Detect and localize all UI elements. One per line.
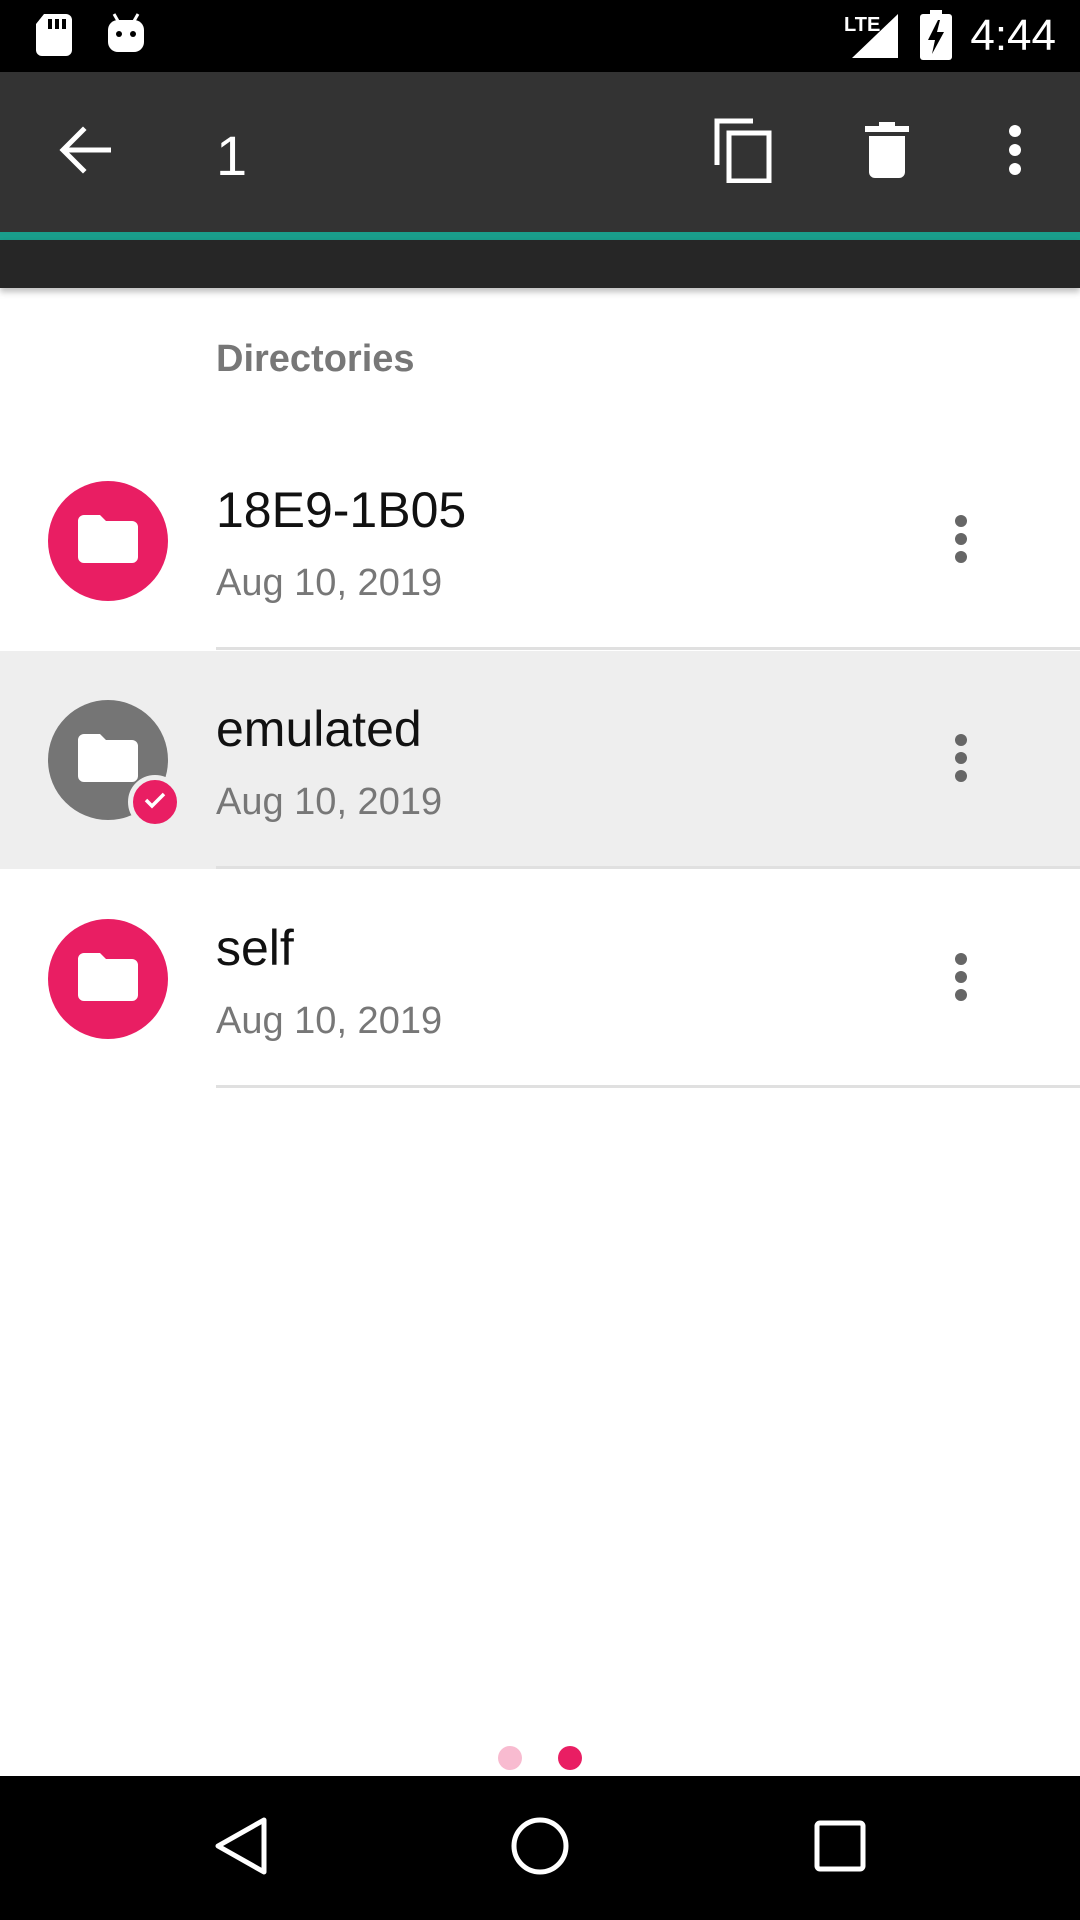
more-vert-icon bbox=[954, 952, 968, 1007]
item-name: self bbox=[216, 920, 294, 976]
action-bar: 1 bbox=[0, 72, 1080, 232]
item-date: Aug 10, 2019 bbox=[216, 562, 443, 604]
page-indicator-dot-2[interactable] bbox=[558, 1746, 582, 1770]
tab-indicator bbox=[0, 232, 1080, 240]
nav-recents-button[interactable] bbox=[780, 1788, 900, 1908]
item-menu-button[interactable] bbox=[916, 934, 1006, 1024]
list-item[interactable]: self Aug 10, 2019 bbox=[0, 870, 1080, 1088]
status-bar: LTE 4:44 bbox=[0, 0, 1080, 72]
folder-icon bbox=[78, 514, 138, 568]
folder-avatar bbox=[48, 481, 168, 601]
section-header: Directories bbox=[216, 338, 415, 380]
more-vert-icon bbox=[954, 733, 968, 788]
delete-icon bbox=[865, 121, 909, 183]
back-arrow-icon bbox=[59, 125, 112, 179]
check-icon bbox=[144, 791, 166, 814]
home-circle-icon bbox=[510, 1816, 570, 1881]
android-icon bbox=[106, 12, 146, 59]
more-vert-icon bbox=[1008, 124, 1022, 181]
copy-icon bbox=[713, 117, 773, 188]
folder-icon bbox=[78, 952, 138, 1006]
item-date: Aug 10, 2019 bbox=[216, 781, 443, 823]
item-date: Aug 10, 2019 bbox=[216, 1000, 443, 1042]
divider bbox=[216, 647, 1080, 650]
list-item-selected[interactable]: emulated Aug 10, 2019 bbox=[0, 651, 1080, 869]
navigation-bar bbox=[0, 1776, 1080, 1920]
selection-count: 1 bbox=[216, 124, 248, 187]
item-name: 18E9-1B05 bbox=[216, 482, 467, 538]
tab-strip bbox=[0, 240, 1080, 288]
selected-check-badge bbox=[128, 775, 182, 829]
folder-avatar bbox=[48, 919, 168, 1039]
more-vert-icon bbox=[954, 514, 968, 569]
delete-button[interactable] bbox=[832, 97, 942, 207]
back-triangle-icon bbox=[212, 1816, 268, 1881]
list-item[interactable]: 18E9-1B05 Aug 10, 2019 bbox=[0, 432, 1080, 650]
recents-square-icon bbox=[814, 1820, 866, 1877]
back-button[interactable] bbox=[30, 97, 140, 207]
signal-icon bbox=[852, 14, 898, 63]
nav-back-button[interactable] bbox=[180, 1788, 300, 1908]
page-indicator-dot-1[interactable] bbox=[498, 1746, 522, 1770]
item-name: emulated bbox=[216, 701, 422, 757]
nav-home-button[interactable] bbox=[480, 1788, 600, 1908]
copy-button[interactable] bbox=[688, 97, 798, 207]
sd-card-icon bbox=[36, 14, 72, 61]
battery-charging-icon bbox=[920, 10, 952, 65]
divider bbox=[216, 1085, 1080, 1088]
divider bbox=[216, 866, 1080, 869]
item-menu-button[interactable] bbox=[916, 715, 1006, 805]
clock: 4:44 bbox=[970, 11, 1056, 60]
overflow-menu-button[interactable] bbox=[960, 97, 1070, 207]
folder-icon bbox=[78, 733, 138, 787]
item-menu-button[interactable] bbox=[916, 496, 1006, 586]
